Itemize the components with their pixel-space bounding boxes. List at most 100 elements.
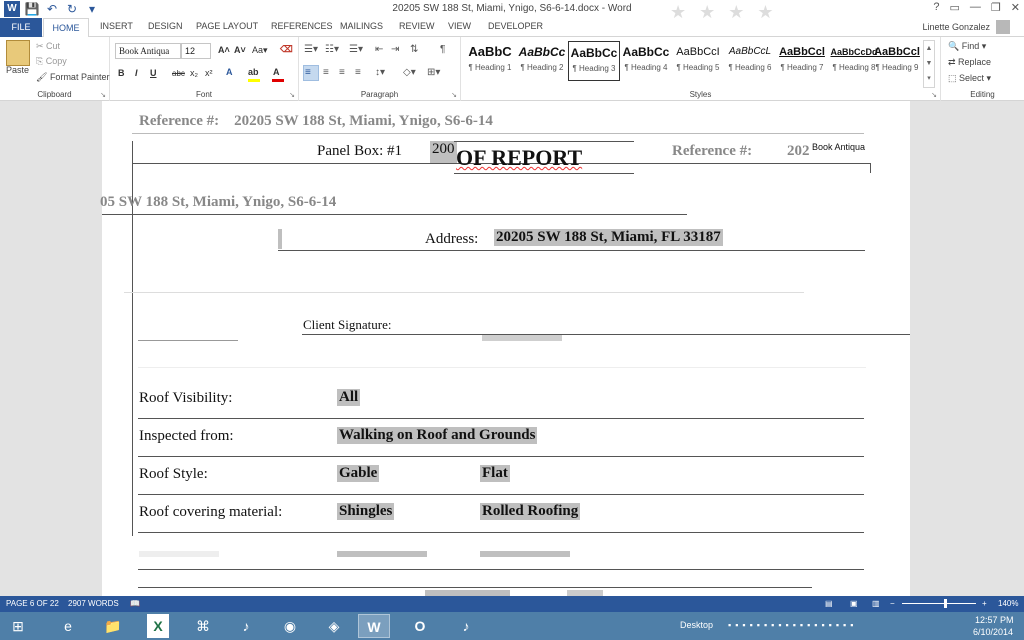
style-heading-2[interactable]: AaBbCc ¶ Heading 2 [516,41,568,81]
tab-view[interactable]: VIEW [448,21,471,31]
decrease-indent-icon[interactable]: ⇤ [375,44,383,55]
tab-developer[interactable]: DEVELOPER [488,21,543,31]
tray-icons[interactable]: ▪▪▪▪▪▪▪▪▪▪▪▪▪▪▪▪▪▪ [728,620,857,630]
style-heading-9[interactable]: AaBbCcl ¶ Heading 9 [873,41,921,81]
line-spacing-icon[interactable]: ↕▾ [375,67,385,78]
cut-button[interactable]: ✂ Cut [36,41,60,52]
format-painter-button[interactable]: 🖌 Format Painter [36,72,109,83]
style-heading-5[interactable]: AaBbCcI ¶ Heading 5 [672,41,724,81]
style-heading-6[interactable]: AaBbCcL ¶ Heading 6 [724,41,776,81]
sort-icon[interactable]: ⇅ [410,44,418,55]
bullets-icon[interactable]: ☰▾ [304,44,318,55]
paragraph-launcher-icon[interactable]: ↘ [451,91,457,99]
show-formatting-icon[interactable]: ¶ [440,44,445,55]
tab-design[interactable]: DESIGN [148,21,183,31]
style-heading-7[interactable]: AaBbCcl ¶ Heading 7 [776,41,828,81]
tab-home[interactable]: HOME [43,18,89,38]
font-launcher-icon[interactable]: ↘ [289,91,295,99]
clipboard-launcher-icon[interactable]: ↘ [100,91,106,99]
web-layout-icon[interactable]: ▥ [872,599,880,608]
proofing-icon[interactable]: 📖 [130,599,140,608]
find-button[interactable]: 🔍 Find ▾ [948,41,986,52]
strikethrough-button[interactable]: abc [172,69,185,78]
file-explorer-icon[interactable]: 📁 [97,614,129,638]
replace-button[interactable]: ⇄ Replace [948,57,991,68]
restore-button[interactable]: ❐ [991,1,1001,14]
tab-page-layout[interactable]: PAGE LAYOUT [196,21,258,31]
increase-indent-icon[interactable]: ⇥ [391,44,399,55]
tab-mailings[interactable]: MAILINGS [340,21,383,31]
zoom-slider-track[interactable] [902,603,976,604]
font-color-icon[interactable]: A [273,67,280,77]
print-layout-icon[interactable]: ▣ [850,599,858,608]
read-mode-icon[interactable]: ▤ [825,599,833,608]
zoom-slider-handle[interactable] [944,599,947,608]
style-heading-1[interactable]: AaBbC ¶ Heading 1 [464,41,516,81]
start-button[interactable]: ⊞ [2,614,34,638]
zoom-out-icon[interactable]: − [890,599,895,608]
superscript-button[interactable]: x² [205,68,213,78]
align-center-icon[interactable]: ≡ [323,67,329,78]
avatar[interactable] [996,20,1010,34]
shrink-font-icon[interactable]: A˅ [234,45,246,55]
acrobat-icon[interactable]: ⌘ [187,614,219,638]
right-border-tick [870,163,871,173]
shading-icon[interactable]: ◇▾ [403,67,416,78]
styles-group: AaBbC ¶ Heading 1 AaBbCc ¶ Heading 2 AaB… [461,37,941,101]
close-button[interactable]: ✕ [1011,1,1020,14]
styles-scroll-control[interactable]: ▲ ▼ ▾ [923,40,935,88]
internet-explorer-icon[interactable]: e [52,614,84,638]
tab-file[interactable]: FILE [0,18,42,37]
minimize-button[interactable]: — [970,1,981,14]
subscript-button[interactable]: x₂ [190,68,198,78]
excel-icon[interactable]: X [147,614,169,638]
chrome-icon[interactable]: ◉ [274,614,306,638]
clear-formatting-icon[interactable]: ⌫ [280,44,293,55]
zoom-in-icon[interactable]: + [982,599,987,608]
highlight-color-icon[interactable]: ab [248,67,259,77]
numbering-icon[interactable]: ☷▾ [325,44,339,55]
clock-time[interactable]: 12:57 PM [975,615,1014,625]
align-right-icon[interactable]: ≡ [339,67,345,78]
app-icon[interactable]: ◈ [318,614,350,638]
itunes-icon-2[interactable]: ♪ [450,614,482,638]
page-count[interactable]: PAGE 6 OF 22 [6,599,59,608]
word-taskbar-icon[interactable]: W [358,614,390,638]
italic-button[interactable]: I [135,68,138,78]
tab-review[interactable]: REVIEW [399,21,435,31]
ribbon-display-button[interactable]: ▭ [950,1,960,14]
tab-references[interactable]: REFERENCES [271,21,333,31]
select-button[interactable]: ⬚ Select ▾ [948,73,991,84]
word-count[interactable]: 2907 WORDS [68,599,119,608]
paste-button[interactable]: Paste [6,65,29,75]
borders-icon[interactable]: ⊞▾ [427,67,440,78]
grow-font-icon[interactable]: A˄ [218,45,230,55]
bold-button[interactable]: B [118,68,125,78]
underline-button[interactable]: U [150,68,157,78]
zoom-level[interactable]: 140% [998,599,1018,608]
style-heading-4[interactable]: AaBbCc ¶ Heading 4 [620,41,672,81]
user-name[interactable]: Linette Gonzalez [922,22,990,32]
change-case-icon[interactable]: Aa▾ [252,45,268,56]
help-button[interactable]: ? [933,1,939,14]
outlook-icon[interactable]: O [404,614,436,638]
multilevel-list-icon[interactable]: ☰▾ [349,44,363,55]
document-page[interactable]: Reference #: 20205 SW 188 St, Miami, Yni… [100,101,910,596]
paste-icon[interactable] [6,40,30,66]
title-bar: W 💾 ↶ ↻ ▾ ★ ★ ★ ★ 20205 SW 188 St, Miami… [0,0,1024,22]
font-name-select[interactable]: Book Antiqua [115,43,181,59]
copy-button[interactable]: ⎘ Copy [36,56,67,67]
styles-launcher-icon[interactable]: ↘ [931,91,937,99]
style-label: ¶ Heading 2 [520,63,564,72]
text-effects-icon[interactable]: A [226,67,233,77]
align-left-icon[interactable]: ≡ [305,67,311,78]
header-ref-value: 20205 SW 188 St, Miami, Ynigo, S6-6-14 [234,113,493,129]
itunes-icon[interactable]: ♪ [230,614,262,638]
justify-icon[interactable]: ≡ [355,67,361,78]
tab-insert[interactable]: INSERT [100,21,133,31]
style-heading-3[interactable]: AaBbCc ¶ Heading 3 [568,41,620,81]
document-area[interactable]: Reference #: 20205 SW 188 St, Miami, Yni… [0,101,1024,596]
clock-date[interactable]: 6/10/2014 [973,627,1013,637]
desktop-toolbar[interactable]: Desktop [680,620,713,630]
font-size-select[interactable]: 12 [181,43,211,59]
